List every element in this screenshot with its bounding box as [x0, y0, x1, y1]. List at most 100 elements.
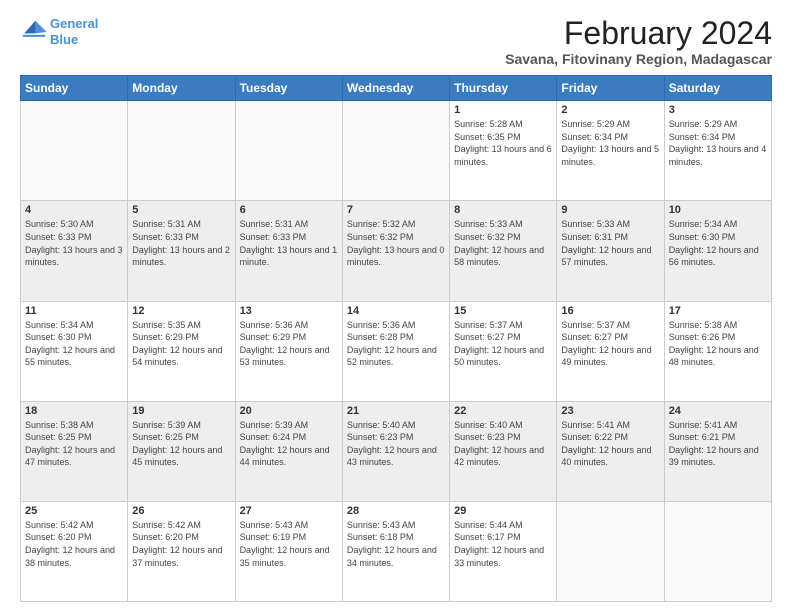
day-info: Sunrise: 5:30 AM Sunset: 6:33 PM Dayligh…	[25, 218, 123, 268]
day-number: 9	[561, 204, 659, 216]
calendar-cell: 20 Sunrise: 5:39 AM Sunset: 6:24 PM Dayli…	[235, 401, 342, 501]
calendar-cell: 4 Sunrise: 5:30 AM Sunset: 6:33 PM Daylig…	[21, 201, 128, 301]
day-number: 6	[240, 204, 338, 216]
day-info: Sunrise: 5:41 AM Sunset: 6:22 PM Dayligh…	[561, 419, 659, 469]
day-number: 4	[25, 204, 123, 216]
day-info: Sunrise: 5:40 AM Sunset: 6:23 PM Dayligh…	[454, 419, 552, 469]
calendar-cell: 2 Sunrise: 5:29 AM Sunset: 6:34 PM Daylig…	[557, 101, 664, 201]
calendar-cell: 13 Sunrise: 5:36 AM Sunset: 6:29 PM Dayli…	[235, 301, 342, 401]
calendar-cell: 22Sunrise: 5:40 AM Sunset: 6:23 PM Dayli…	[450, 401, 557, 501]
day-number: 3	[669, 104, 767, 116]
day-number: 20	[240, 405, 338, 417]
calendar-cell: 21 Sunrise: 5:40 AM Sunset: 6:23 PM Dayli…	[342, 401, 449, 501]
day-info: Sunrise: 5:40 AM Sunset: 6:23 PM Dayligh…	[347, 419, 445, 469]
day-number: 1	[454, 104, 552, 116]
weekday-header-thursday: Thursday	[450, 76, 557, 101]
day-number: 15	[454, 305, 552, 317]
calendar-cell: 19 Sunrise: 5:39 AM Sunset: 6:25 PM Dayli…	[128, 401, 235, 501]
day-info: Sunrise: 5:31 AM Sunset: 6:33 PM Dayligh…	[132, 218, 230, 268]
day-info: Sunrise: 5:39 AM Sunset: 6:25 PM Dayligh…	[132, 419, 230, 469]
day-number: 2	[561, 104, 659, 116]
day-info: Sunrise: 5:41 AM Sunset: 6:21 PM Dayligh…	[669, 419, 767, 469]
calendar-cell: 6Sunrise: 5:31 AM Sunset: 6:33 PM Daylig…	[235, 201, 342, 301]
logo-text: General Blue	[50, 16, 98, 47]
calendar-cell	[664, 501, 771, 601]
calendar-cell: 18Sunrise: 5:38 AM Sunset: 6:25 PM Dayli…	[21, 401, 128, 501]
day-number: 26	[132, 505, 230, 517]
calendar-cell: 25Sunrise: 5:42 AM Sunset: 6:20 PM Dayli…	[21, 501, 128, 601]
header-row: SundayMondayTuesdayWednesdayThursdayFrid…	[21, 76, 772, 101]
calendar-cell	[342, 101, 449, 201]
week-row-4: 18Sunrise: 5:38 AM Sunset: 6:25 PM Dayli…	[21, 401, 772, 501]
day-number: 17	[669, 305, 767, 317]
calendar-cell: 10Sunrise: 5:34 AM Sunset: 6:30 PM Dayli…	[664, 201, 771, 301]
day-number: 24	[669, 405, 767, 417]
header: General Blue February 2024 Savana, Fitov…	[20, 16, 772, 67]
calendar-cell: 14 Sunrise: 5:36 AM Sunset: 6:28 PM Dayli…	[342, 301, 449, 401]
day-info: Sunrise: 5:29 AM Sunset: 6:34 PM Dayligh…	[669, 118, 767, 168]
calendar-cell: 7Sunrise: 5:32 AM Sunset: 6:32 PM Daylig…	[342, 201, 449, 301]
logo: General Blue	[20, 16, 98, 47]
weekday-header-sunday: Sunday	[21, 76, 128, 101]
day-number: 10	[669, 204, 767, 216]
calendar-cell	[21, 101, 128, 201]
sub-title: Savana, Fitovinany Region, Madagascar	[505, 51, 772, 67]
day-info: Sunrise: 5:43 AM Sunset: 6:18 PM Dayligh…	[347, 519, 445, 569]
logo-blue: Blue	[50, 32, 78, 47]
day-number: 5	[132, 204, 230, 216]
calendar-cell: 8 Sunrise: 5:33 AM Sunset: 6:32 PM Daylig…	[450, 201, 557, 301]
day-info: Sunrise: 5:32 AM Sunset: 6:32 PM Dayligh…	[347, 218, 445, 268]
day-info: Sunrise: 5:35 AM Sunset: 6:29 PM Dayligh…	[132, 319, 230, 369]
day-info: Sunrise: 5:33 AM Sunset: 6:32 PM Dayligh…	[454, 218, 552, 268]
day-info: Sunrise: 5:36 AM Sunset: 6:29 PM Dayligh…	[240, 319, 338, 369]
day-number: 28	[347, 505, 445, 517]
day-number: 27	[240, 505, 338, 517]
day-info: Sunrise: 5:37 AM Sunset: 6:27 PM Dayligh…	[454, 319, 552, 369]
calendar-cell: 24 Sunrise: 5:41 AM Sunset: 6:21 PM Dayli…	[664, 401, 771, 501]
page: General Blue February 2024 Savana, Fitov…	[0, 0, 792, 612]
day-number: 23	[561, 405, 659, 417]
week-row-3: 11 Sunrise: 5:34 AM Sunset: 6:30 PM Dayli…	[21, 301, 772, 401]
day-number: 29	[454, 505, 552, 517]
calendar-cell: 11 Sunrise: 5:34 AM Sunset: 6:30 PM Dayli…	[21, 301, 128, 401]
logo-icon	[20, 18, 48, 46]
weekday-header-monday: Monday	[128, 76, 235, 101]
day-info: Sunrise: 5:28 AM Sunset: 6:35 PM Dayligh…	[454, 118, 552, 168]
day-info: Sunrise: 5:44 AM Sunset: 6:17 PM Dayligh…	[454, 519, 552, 569]
weekday-header-friday: Friday	[557, 76, 664, 101]
day-number: 12	[132, 305, 230, 317]
weekday-header-wednesday: Wednesday	[342, 76, 449, 101]
day-info: Sunrise: 5:38 AM Sunset: 6:26 PM Dayligh…	[669, 319, 767, 369]
day-info: Sunrise: 5:36 AM Sunset: 6:28 PM Dayligh…	[347, 319, 445, 369]
calendar-cell: 26Sunrise: 5:42 AM Sunset: 6:20 PM Dayli…	[128, 501, 235, 601]
calendar-cell: 29 Sunrise: 5:44 AM Sunset: 6:17 PM Dayli…	[450, 501, 557, 601]
week-row-2: 4 Sunrise: 5:30 AM Sunset: 6:33 PM Daylig…	[21, 201, 772, 301]
calendar-table: SundayMondayTuesdayWednesdayThursdayFrid…	[20, 75, 772, 602]
calendar-cell: 3 Sunrise: 5:29 AM Sunset: 6:34 PM Daylig…	[664, 101, 771, 201]
calendar-cell: 9 Sunrise: 5:33 AM Sunset: 6:31 PM Daylig…	[557, 201, 664, 301]
day-info: Sunrise: 5:29 AM Sunset: 6:34 PM Dayligh…	[561, 118, 659, 168]
calendar-cell: 5 Sunrise: 5:31 AM Sunset: 6:33 PM Daylig…	[128, 201, 235, 301]
day-number: 21	[347, 405, 445, 417]
calendar-cell	[128, 101, 235, 201]
day-info: Sunrise: 5:42 AM Sunset: 6:20 PM Dayligh…	[25, 519, 123, 569]
calendar-cell: 15 Sunrise: 5:37 AM Sunset: 6:27 PM Dayli…	[450, 301, 557, 401]
week-row-1: 1 Sunrise: 5:28 AM Sunset: 6:35 PM Daylig…	[21, 101, 772, 201]
day-number: 16	[561, 305, 659, 317]
logo-general: General	[50, 16, 98, 31]
day-number: 13	[240, 305, 338, 317]
day-number: 19	[132, 405, 230, 417]
calendar-cell: 12 Sunrise: 5:35 AM Sunset: 6:29 PM Dayli…	[128, 301, 235, 401]
day-info: Sunrise: 5:34 AM Sunset: 6:30 PM Dayligh…	[25, 319, 123, 369]
day-info: Sunrise: 5:33 AM Sunset: 6:31 PM Dayligh…	[561, 218, 659, 268]
title-area: February 2024 Savana, Fitovinany Region,…	[505, 16, 772, 67]
day-info: Sunrise: 5:39 AM Sunset: 6:24 PM Dayligh…	[240, 419, 338, 469]
day-number: 8	[454, 204, 552, 216]
day-number: 11	[25, 305, 123, 317]
day-info: Sunrise: 5:43 AM Sunset: 6:19 PM Dayligh…	[240, 519, 338, 569]
weekday-header-tuesday: Tuesday	[235, 76, 342, 101]
week-row-5: 25Sunrise: 5:42 AM Sunset: 6:20 PM Dayli…	[21, 501, 772, 601]
calendar-cell: 17 Sunrise: 5:38 AM Sunset: 6:26 PM Dayli…	[664, 301, 771, 401]
main-title: February 2024	[505, 16, 772, 51]
day-number: 14	[347, 305, 445, 317]
